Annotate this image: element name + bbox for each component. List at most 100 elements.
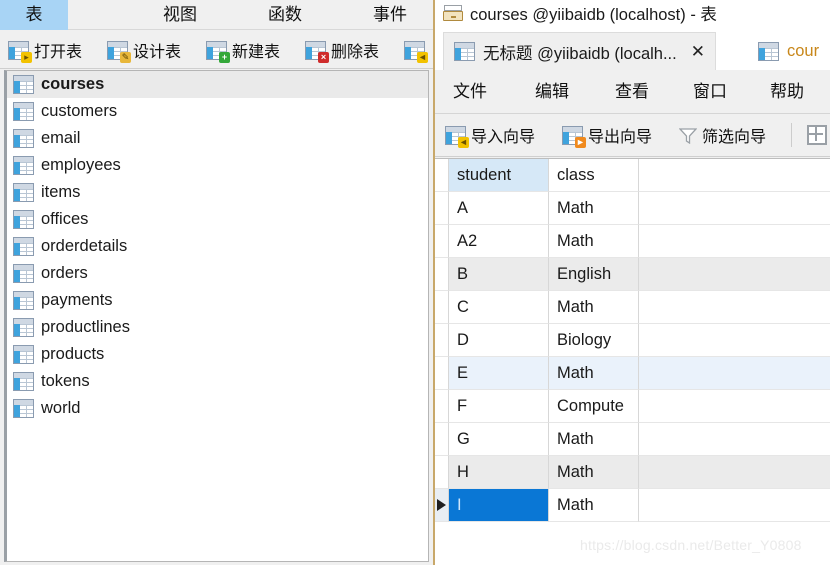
grid-view-icon (807, 125, 827, 145)
sidebar-item-items[interactable]: items (7, 179, 428, 206)
row-gutter[interactable] (435, 192, 449, 225)
cell-class[interactable]: English (549, 258, 639, 291)
sidebar-item-employees[interactable]: employees (7, 152, 428, 179)
sidebar-item-label: employees (41, 156, 121, 174)
import-wizard-label: 导入向导 (471, 129, 536, 146)
table-row[interactable]: G Math (435, 423, 830, 456)
tab-untitled-query[interactable]: 无标题 @yiibaidb (localh... ✕ (443, 32, 716, 70)
menu-file[interactable]: 文件 (453, 80, 487, 104)
sidebar-item-email[interactable]: email (7, 125, 428, 152)
cell-class[interactable]: Biology (549, 324, 639, 357)
menu-view[interactable]: 查看 (615, 80, 649, 104)
table-row[interactable]: D Biology (435, 324, 830, 357)
column-header-filler (639, 159, 830, 192)
cell-student[interactable]: A (449, 192, 549, 225)
cell-class[interactable]: Math (549, 291, 639, 324)
column-header-student[interactable]: student (449, 159, 549, 192)
close-icon[interactable]: ✕ (691, 42, 705, 62)
cell-student[interactable]: G (449, 423, 549, 456)
cell-student-selected[interactable]: I (449, 489, 549, 522)
row-gutter[interactable] (435, 423, 449, 456)
cell-class[interactable]: Math (549, 192, 639, 225)
sidebar-item-productlines[interactable]: productlines (7, 314, 428, 341)
row-gutter[interactable] (435, 291, 449, 324)
sidebar-item-world[interactable]: world (7, 395, 428, 422)
menu-help[interactable]: 帮助 (770, 80, 804, 104)
menubar: 文件 编辑 查看 窗口 帮助 (435, 70, 830, 114)
open-table-button[interactable]: ▸ 打开表 (8, 35, 82, 65)
cell-student[interactable]: C (449, 291, 549, 324)
cell-student[interactable]: E (449, 357, 549, 390)
import-wizard-button[interactable]: ◄ 导入向导 (445, 121, 535, 149)
tab-events[interactable]: 事件 (360, 0, 420, 30)
sidebar-item-tokens[interactable]: tokens (7, 368, 428, 395)
table-row[interactable]: E Math (435, 357, 830, 390)
row-gutter[interactable] (435, 456, 449, 489)
delete-table-label: 删除表 (331, 44, 380, 61)
menu-window[interactable]: 窗口 (693, 80, 727, 104)
cell-class[interactable]: Math (549, 456, 639, 489)
row-gutter[interactable] (435, 324, 449, 357)
tab-untitled-query-label: 无标题 @yiibaidb (localh... (483, 44, 677, 63)
table-icon (13, 210, 34, 229)
row-gutter[interactable] (435, 225, 449, 258)
cell-class[interactable]: Math (549, 423, 639, 456)
cell-student[interactable]: B (449, 258, 549, 291)
row-gutter[interactable] (435, 390, 449, 423)
delete-table-button[interactable]: × 删除表 (305, 35, 379, 65)
table-row[interactable]: C Math (435, 291, 830, 324)
row-gutter-current[interactable] (435, 489, 449, 522)
cell-class[interactable]: Compute (549, 390, 639, 423)
tab-functions[interactable]: 函数 (255, 0, 315, 30)
delete-table-icon: × (305, 40, 329, 63)
sidebar-item-offices[interactable]: offices (7, 206, 428, 233)
row-gutter[interactable] (435, 357, 449, 390)
table-list-panel[interactable]: courses customers email employees items … (4, 70, 429, 562)
cell-student[interactable]: F (449, 390, 549, 423)
sidebar-item-orders[interactable]: orders (7, 260, 428, 287)
sidebar-item-customers[interactable]: customers (7, 98, 428, 125)
row-gutter[interactable] (435, 258, 449, 291)
table-icon (13, 399, 34, 418)
sidebar-item-label: tokens (41, 372, 90, 390)
tab-courses[interactable]: cour (748, 32, 830, 70)
export-wizard-button[interactable]: ► 导出向导 (562, 121, 652, 149)
document-tabstrip: 无标题 @yiibaidb (localh... ✕ cour (435, 26, 830, 70)
filter-wizard-button[interactable]: 筛选向导 (679, 121, 766, 149)
cell-student[interactable]: A2 (449, 225, 549, 258)
app-root: 表 视图 函数 事件 查询 ▸ 打开表 ✎ 设计表 (0, 0, 830, 565)
table-row-current[interactable]: I Math (435, 489, 830, 522)
table-icon (13, 264, 34, 283)
filter-wizard-label: 筛选向导 (702, 129, 767, 146)
tab-functions-label: 函数 (268, 5, 302, 24)
tab-courses-label: cour (787, 41, 820, 60)
tab-tables[interactable]: 表 (0, 0, 68, 30)
design-table-button[interactable]: ✎ 设计表 (107, 35, 181, 65)
cell-student[interactable]: H (449, 456, 549, 489)
table-icon (13, 345, 34, 364)
cell-filler (639, 423, 830, 456)
table-row[interactable]: B English (435, 258, 830, 291)
menu-edit[interactable]: 编辑 (535, 80, 569, 104)
tab-views[interactable]: 视图 (150, 0, 210, 30)
new-table-button[interactable]: + 新建表 (206, 35, 280, 65)
data-grid[interactable]: student class A Math A2 Math B English C… (435, 158, 830, 565)
column-header-class[interactable]: class (549, 159, 639, 192)
sidebar-item-orderdetails[interactable]: orderdetails (7, 233, 428, 260)
cell-filler (639, 225, 830, 258)
table-row[interactable]: F Compute (435, 390, 830, 423)
sidebar-item-label: offices (41, 210, 89, 228)
sidebar-item-label: payments (41, 291, 113, 309)
cell-student[interactable]: D (449, 324, 549, 357)
grid-view-button[interactable] (807, 121, 830, 149)
sidebar-item-courses[interactable]: courses (7, 71, 428, 98)
sidebar-item-payments[interactable]: payments (7, 287, 428, 314)
table-row[interactable]: A2 Math (435, 225, 830, 258)
table-row[interactable]: A Math (435, 192, 830, 225)
table-row[interactable]: H Math (435, 456, 830, 489)
cell-class[interactable]: Math (549, 225, 639, 258)
import-table-button[interactable]: ◄ (404, 35, 430, 65)
cell-class[interactable]: Math (549, 489, 639, 522)
sidebar-item-products[interactable]: products (7, 341, 428, 368)
cell-class[interactable]: Math (549, 357, 639, 390)
